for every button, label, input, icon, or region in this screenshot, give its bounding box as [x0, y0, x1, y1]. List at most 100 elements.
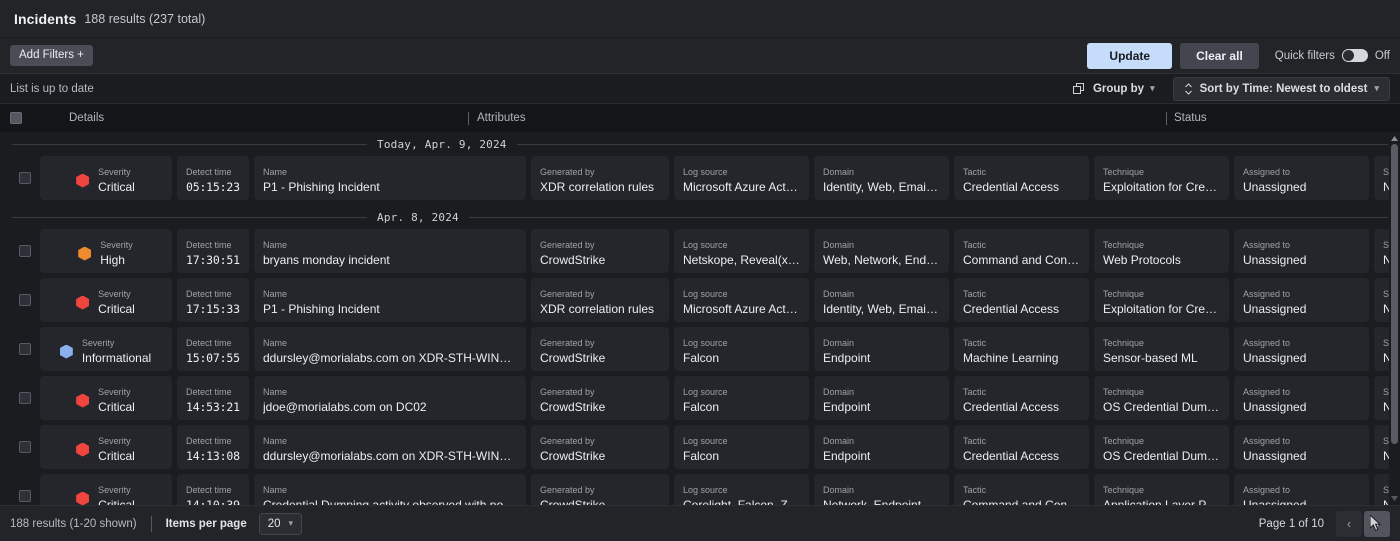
- previous-page-button[interactable]: ‹: [1336, 511, 1362, 537]
- column-header-status: Status: [1174, 112, 1207, 124]
- items-per-page-select[interactable]: 20 ▾: [259, 513, 302, 535]
- cell-label: Name: [263, 435, 517, 448]
- cell-label: Technique: [1103, 337, 1220, 350]
- cell-gen: Generated byCrowdStrike: [531, 425, 669, 469]
- cell-value: 14:10:39: [186, 497, 240, 506]
- cell-tech: TechniqueSensor-based ML: [1094, 327, 1229, 371]
- row-select-cell: [10, 278, 40, 322]
- row-checkbox[interactable]: [19, 294, 31, 306]
- cell-label: Assigned to: [1243, 166, 1360, 179]
- cell-tac: TacticCredential Access: [954, 425, 1089, 469]
- cell-label: Severity: [100, 239, 133, 252]
- cell-tac: TacticCredential Access: [954, 376, 1089, 420]
- cell-label: Name: [263, 239, 517, 252]
- cell-tech: TechniqueWeb Protocols: [1094, 229, 1229, 273]
- quick-filters-toggle[interactable]: [1342, 49, 1368, 62]
- cell-time: Detect time15:07:55: [177, 327, 249, 371]
- row-select-cell: [10, 327, 40, 371]
- cell-value: Credential Access: [963, 179, 1080, 196]
- cell-label: Generated by: [540, 435, 660, 448]
- cell-value: 14:13:08: [186, 448, 240, 465]
- clear-all-button[interactable]: Clear all: [1180, 43, 1259, 69]
- severity-text: SeverityCritical: [98, 386, 135, 416]
- cell-label: Log source: [683, 239, 800, 252]
- cell-value: Web, Network, Endpoint: [823, 252, 940, 269]
- cell-log: Log sourceFalcon: [674, 327, 809, 371]
- cell-label: Log source: [683, 337, 800, 350]
- select-all-checkbox[interactable]: [10, 112, 22, 124]
- table-row[interactable]: SeverityCriticalDetect time14:13:08Named…: [10, 425, 1390, 469]
- cell-value: Endpoint: [823, 350, 940, 367]
- chevron-down-icon: ▾: [1374, 83, 1379, 94]
- sync-status-text: List is up to date: [10, 83, 94, 95]
- cell-value: Exploitation for Credent...: [1103, 301, 1220, 318]
- cell-assg: Assigned toUnassigned: [1234, 278, 1369, 322]
- cell-log: Log sourceMicrosoft Azure Active ...: [674, 156, 809, 200]
- row-checkbox[interactable]: [19, 245, 31, 257]
- cell-tech: TechniqueOS Credential Dumping: [1094, 376, 1229, 420]
- row-checkbox[interactable]: [19, 441, 31, 453]
- sort-by-dropdown[interactable]: Sort by Time: Newest to oldest ▾: [1173, 77, 1390, 101]
- scroll-up-arrow-icon[interactable]: [1390, 134, 1399, 143]
- cell-severity: SeverityCritical: [40, 474, 172, 505]
- cell-value: Command and Control: [963, 497, 1080, 506]
- update-button[interactable]: Update: [1087, 43, 1172, 69]
- cell-label: Severity: [98, 484, 135, 497]
- row-checkbox[interactable]: [19, 490, 31, 502]
- cell-value: Critical: [98, 399, 135, 416]
- cell-value: Identity, Web, Email, End...: [823, 301, 940, 318]
- row-checkbox[interactable]: [19, 343, 31, 355]
- vertical-scrollbar[interactable]: [1389, 132, 1400, 505]
- table-row[interactable]: SeverityInformational Detect time15:07:55…: [10, 327, 1390, 371]
- next-page-button[interactable]: ›: [1364, 511, 1390, 537]
- group-by-button[interactable]: Group by ▾: [1065, 79, 1163, 99]
- cell-gen: Generated byCrowdStrike: [531, 376, 669, 420]
- table-row[interactable]: SeverityCriticalDetect time05:15:23NameP…: [10, 156, 1390, 200]
- cell-label: Tactic: [963, 166, 1080, 179]
- row-select-cell: [10, 474, 40, 505]
- cell-time: Detect time05:15:23: [177, 156, 249, 200]
- cell-label: Technique: [1103, 484, 1220, 497]
- add-filters-button[interactable]: Add Filters +: [10, 45, 93, 67]
- cell-gen: Generated byCrowdStrike: [531, 327, 669, 371]
- cell-label: Generated by: [540, 386, 660, 399]
- table-row[interactable]: SeverityCriticalDetect time14:10:39NameC…: [10, 474, 1390, 505]
- cell-label: Tactic: [963, 288, 1080, 301]
- cell-value: Unassigned: [1243, 399, 1360, 416]
- cell-label: Severity: [98, 166, 135, 179]
- incidents-page: Incidents 188 results (237 total) Add Fi…: [0, 0, 1400, 541]
- severity-text: SeverityInformational: [82, 337, 151, 367]
- cell-value: ddursley@morialabs.com on XDR-STH-WIN10-…: [263, 448, 517, 465]
- items-per-page-value: 20: [268, 518, 281, 530]
- cell-value: ddursley@morialabs.com on XDR-STH-WIN10-…: [263, 350, 517, 367]
- table-row[interactable]: SeverityCriticalDetect time17:15:33NameP…: [10, 278, 1390, 322]
- cell-value: Credential Access: [963, 399, 1080, 416]
- cell-label: Technique: [1103, 166, 1220, 179]
- cell-label: Log source: [683, 386, 800, 399]
- toggle-knob-icon: [1343, 50, 1354, 61]
- cell-value: Unassigned: [1243, 497, 1360, 506]
- row-select-cell: [10, 376, 40, 420]
- cell-name: NameP1 - Phishing Incident: [254, 156, 526, 200]
- scroll-down-arrow-icon[interactable]: [1390, 494, 1399, 503]
- cell-time: Detect time14:13:08: [177, 425, 249, 469]
- cell-log: Log sourceCorelight, Falcon, Zscale...: [674, 474, 809, 505]
- table-row[interactable]: SeverityCriticalDetect time14:53:21Namej…: [10, 376, 1390, 420]
- cell-label: Name: [263, 337, 517, 350]
- cell-value: Identity, Web, Email, End...: [823, 179, 940, 196]
- scrollbar-thumb[interactable]: [1391, 144, 1398, 444]
- cell-label: Domain: [823, 337, 940, 350]
- row-checkbox[interactable]: [19, 172, 31, 184]
- quick-filters-state: Off: [1375, 50, 1390, 62]
- cell-label: Domain: [823, 484, 940, 497]
- cell-name: Namejdoe@morialabs.com on DC02: [254, 376, 526, 420]
- cell-value: 14:53:21: [186, 399, 240, 416]
- cell-name: Nameddursley@morialabs.com on XDR-STH-WI…: [254, 425, 526, 469]
- severity-text: SeverityCritical: [98, 288, 135, 318]
- date-group-separator: Today, Apr. 9, 2024: [10, 132, 1390, 156]
- row-checkbox[interactable]: [19, 392, 31, 404]
- cell-label: Tactic: [963, 337, 1080, 350]
- cell-value: 17:15:33: [186, 301, 240, 318]
- table-row[interactable]: SeverityHighDetect time17:30:51Namebryan…: [10, 229, 1390, 273]
- cell-label: Generated by: [540, 239, 660, 252]
